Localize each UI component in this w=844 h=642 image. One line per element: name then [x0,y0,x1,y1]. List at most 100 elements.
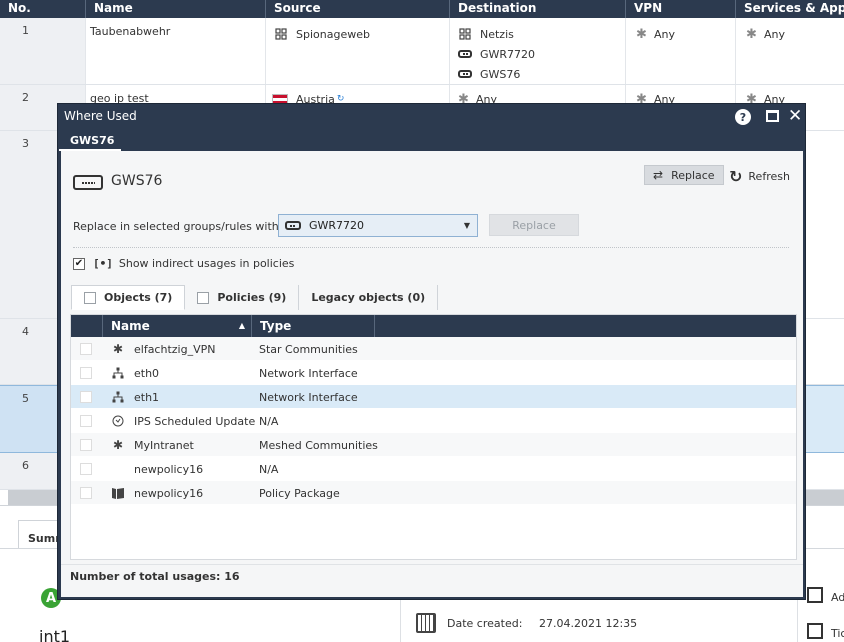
rule-vpn[interactable]: ✱ Any [626,18,736,84]
row-type: N/A [259,463,279,476]
separator [73,247,789,248]
replace-with-value: GWR7720 [309,219,365,232]
column-no[interactable]: No. [0,0,86,18]
show-indirect-usages-label: Show indirect usages in policies [118,257,295,270]
rulebase-header: No. Name Source Destination VPN Services… [0,0,844,18]
column-name[interactable]: Name [86,0,266,18]
replace-with-select[interactable]: GWR7720 ▼ [278,214,478,237]
rule-row[interactable]: 1 Taubenabwehr Spionageweb Netzis GWR772… [0,18,844,85]
column-select [71,315,103,337]
edit-icon[interactable] [807,587,823,603]
row-checkbox[interactable] [80,487,92,499]
show-indirect-usages-option[interactable]: ✔ [•] Show indirect usages in policies [73,257,294,270]
summary-action-label[interactable]: Tic [831,627,844,640]
row-name: elfachtzig_VPN [134,343,216,356]
table-row[interactable]: ✱ elfachtzig_VPN Star Communities [71,337,796,361]
row-checkbox[interactable] [80,415,92,427]
rule-name[interactable]: Taubenabwehr [86,18,266,84]
network-interface-icon [111,389,125,405]
table-row[interactable]: newpolicy16 N/A [71,457,796,481]
destination-label: GWR7720 [480,47,536,61]
refresh-icon: ↻ [729,166,743,186]
gateway-icon [285,221,301,230]
tab-policies[interactable]: Policies (9) [185,285,300,310]
where-used-dialog: Where Used ? ✕ GWS76 GWS76 ⇄ Replace ↻ R… [57,103,806,600]
row-type: Policy Package [259,487,340,500]
maximize-icon[interactable] [766,110,779,122]
object-name: GWS76 [111,173,163,189]
usages-table: Name ▲ Type ✱ elfachtzig_VPN Star Communi… [70,314,797,560]
show-indirect-usages-checkbox[interactable]: ✔ [73,257,85,270]
any-icon: ✱ [746,26,757,42]
table-row[interactable]: IPS Scheduled Update N/A [71,409,796,433]
calendar-icon [416,613,436,633]
row-checkbox[interactable] [80,391,92,403]
column-destination[interactable]: Destination [450,0,626,18]
row-name: eth0 [134,367,160,380]
usages-table-header: Name ▲ Type [71,315,796,337]
tab-gws76[interactable]: GWS76 [59,129,121,151]
table-row-selected[interactable]: eth1 Network Interface [71,385,796,409]
row-checkbox[interactable] [80,343,92,355]
row-name: IPS Scheduled Update [134,415,256,428]
sort-asc-icon: ▲ [238,321,245,330]
chevron-down-icon: ▼ [463,221,470,230]
indirect-prefix: [•] [93,257,113,270]
star-community-icon: ✱ [112,342,124,356]
tab-legacy-objects-label: Legacy objects (0) [311,291,426,304]
date-created-label: Date created: [447,617,523,630]
column-type[interactable]: Type [252,315,375,337]
row-type: Meshed Communities [259,439,378,452]
row-name: eth1 [134,391,160,404]
column-source[interactable]: Source [266,0,450,18]
close-icon[interactable]: ✕ [788,106,802,126]
row-checkbox[interactable] [80,367,92,379]
help-icon[interactable]: ? [735,109,751,125]
network-group-icon [458,27,472,41]
usages-table-body: ✱ elfachtzig_VPN Star Communities eth0 N… [71,337,796,505]
row-name: MyIntranet [134,439,194,452]
table-row[interactable]: eth0 Network Interface [71,361,796,385]
ticket-icon[interactable] [807,623,823,639]
row-type: Network Interface [259,391,358,404]
meshed-community-icon: ✱ [112,438,124,452]
summary-action-label[interactable]: Ad [831,591,844,604]
refresh-label: Refresh [748,169,790,183]
row-checkbox[interactable] [80,439,92,451]
total-usages: Number of total usages: 16 [70,570,240,583]
table-row[interactable]: newpolicy16 Policy Package [71,481,796,505]
gateway-icon [458,67,472,81]
replace-toolbar-label: Replace [671,168,715,182]
dialog-title: Where Used [64,109,137,123]
gateway-icon [73,175,103,190]
source-label: Spionageweb [296,27,370,41]
table-row[interactable]: ✱ MyIntranet Meshed Communities [71,433,796,457]
replace-button[interactable]: Replace [489,214,579,236]
tab-policies-label: Policies (9) [217,291,287,304]
row-type: Star Communities [259,343,358,356]
rule-name-text: Taubenabwehr [90,24,171,38]
tab-legacy-objects[interactable]: Legacy objects (0) [299,285,439,310]
tab-objects[interactable]: Objects (7) [71,285,186,310]
rule-source[interactable]: Spionageweb [266,18,450,84]
rule-services[interactable]: ✱ Any [736,18,844,84]
rule-destination[interactable]: Netzis GWR7720 GWS76 [450,18,626,84]
column-name[interactable]: Name ▲ [103,315,252,337]
network-group-icon [274,27,288,41]
column-name-label: Name [111,319,150,333]
row-type: Network Interface [259,367,358,380]
column-vpn[interactable]: VPN [626,0,736,18]
gateway-icon [458,47,472,61]
services-label: Any [764,27,786,41]
any-icon: ✱ [636,26,647,42]
row-checkbox[interactable] [80,463,92,475]
usage-tabs: Objects (7) Policies (9) Legacy objects … [71,285,439,310]
refresh-button[interactable]: ↻ Refresh [729,166,790,186]
row-name: newpolicy16 [134,463,204,476]
tab-objects-checkbox[interactable] [84,291,96,304]
column-services[interactable]: Services & Applica [736,0,844,18]
network-interface-icon [111,365,125,381]
replace-toolbar-button[interactable]: ⇄ Replace [644,165,724,185]
tab-policies-checkbox[interactable] [197,291,210,304]
policy-package-icon [111,485,125,501]
